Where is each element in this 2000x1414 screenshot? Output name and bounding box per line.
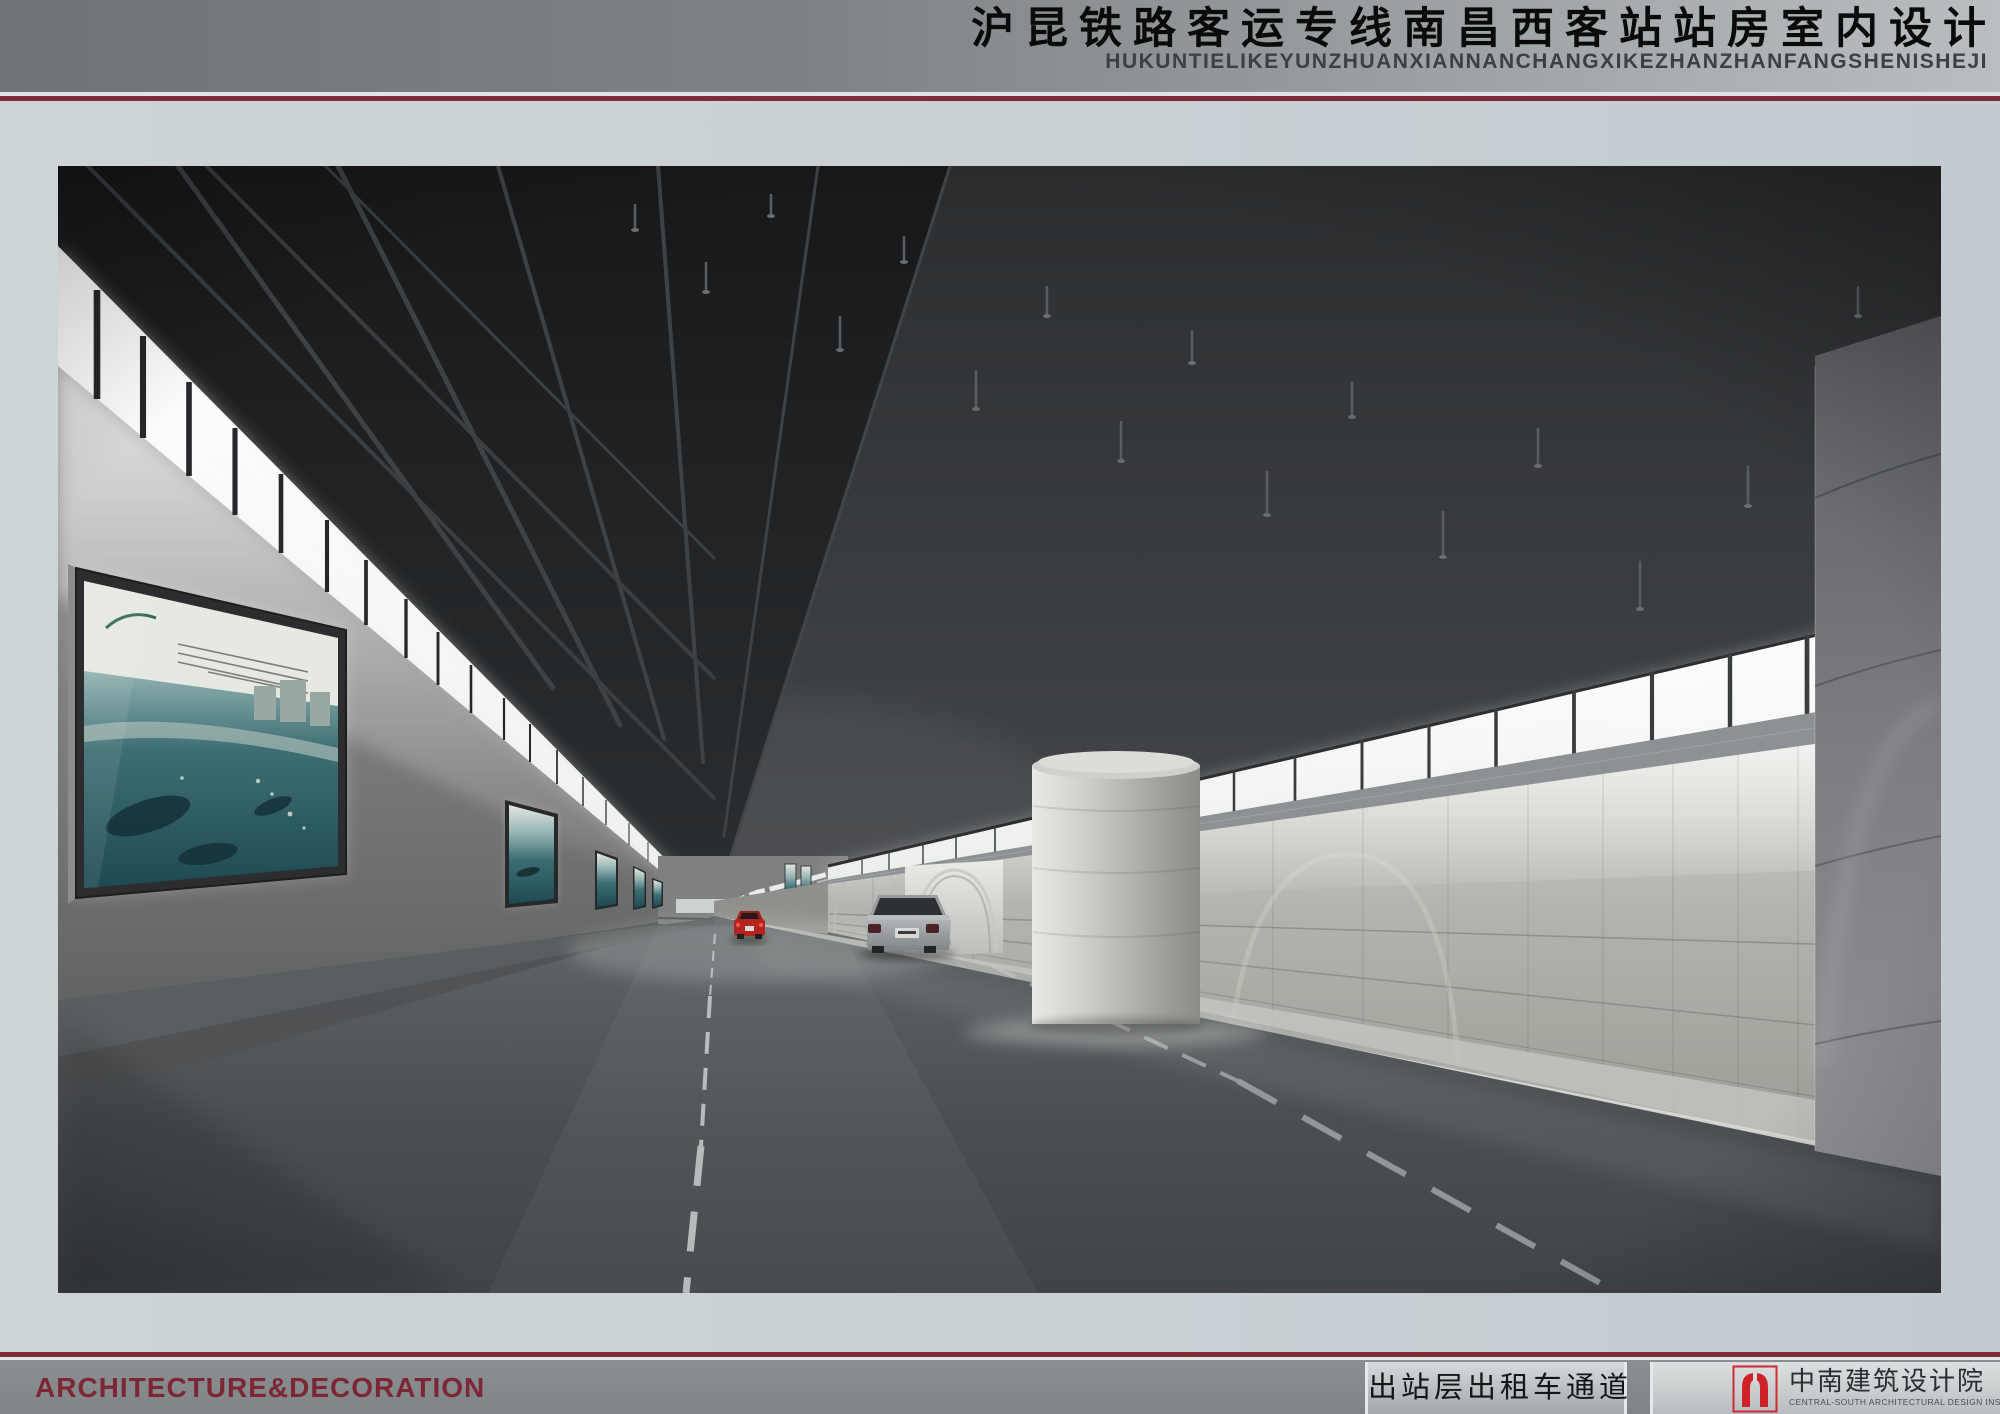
tunnel-rendering-scene	[58, 166, 1941, 1293]
mat-area	[0, 101, 2000, 1352]
footer-bar: ARCHITECTURE&DECORATION 出站层出租车通道 中南建筑设计院…	[0, 1360, 2000, 1414]
vignette-overlay	[58, 166, 1941, 1293]
company-subtitle: CENTRAL-SOUTH ARCHITECTURAL DESIGN INSTI…	[1789, 1397, 2000, 1407]
logo-text-block: 中南建筑设计院 CENTRAL-SOUTH ARCHITECTURAL DESI…	[1789, 1365, 2000, 1407]
header-bar: 沪昆铁路客运专线南昌西客站站房室内设计 HUKUNTIELIKEYUNZHUAN…	[0, 0, 2000, 92]
logo-panel: 中南建筑设计院 CENTRAL-SOUTH ARCHITECTURAL DESI…	[1650, 1362, 2000, 1414]
csadi-logo-icon	[1732, 1365, 1778, 1411]
drawing-caption: 出站层出租车通道	[1368, 1362, 1632, 1414]
brand-text: ARCHITECTURE&DECORATION	[35, 1360, 485, 1414]
company-name: 中南建筑设计院	[1789, 1365, 2000, 1397]
caption-panel: 出站层出租车通道	[1365, 1362, 1627, 1414]
presentation-board: 沪昆铁路客运专线南昌西客站站房室内设计 HUKUNTIELIKEYUNZHUAN…	[0, 0, 2000, 1414]
title-block: 沪昆铁路客运专线南昌西客站站房室内设计 HUKUNTIELIKEYUNZHUAN…	[971, 4, 1986, 74]
rendering-viewport	[58, 166, 1941, 1293]
page-subtitle: HUKUNTIELIKEYUNZHUANXIANNANCHANGXIKEZHAN…	[971, 50, 1988, 74]
page-title: 沪昆铁路客运专线南昌西客站站房室内设计	[971, 4, 1997, 54]
